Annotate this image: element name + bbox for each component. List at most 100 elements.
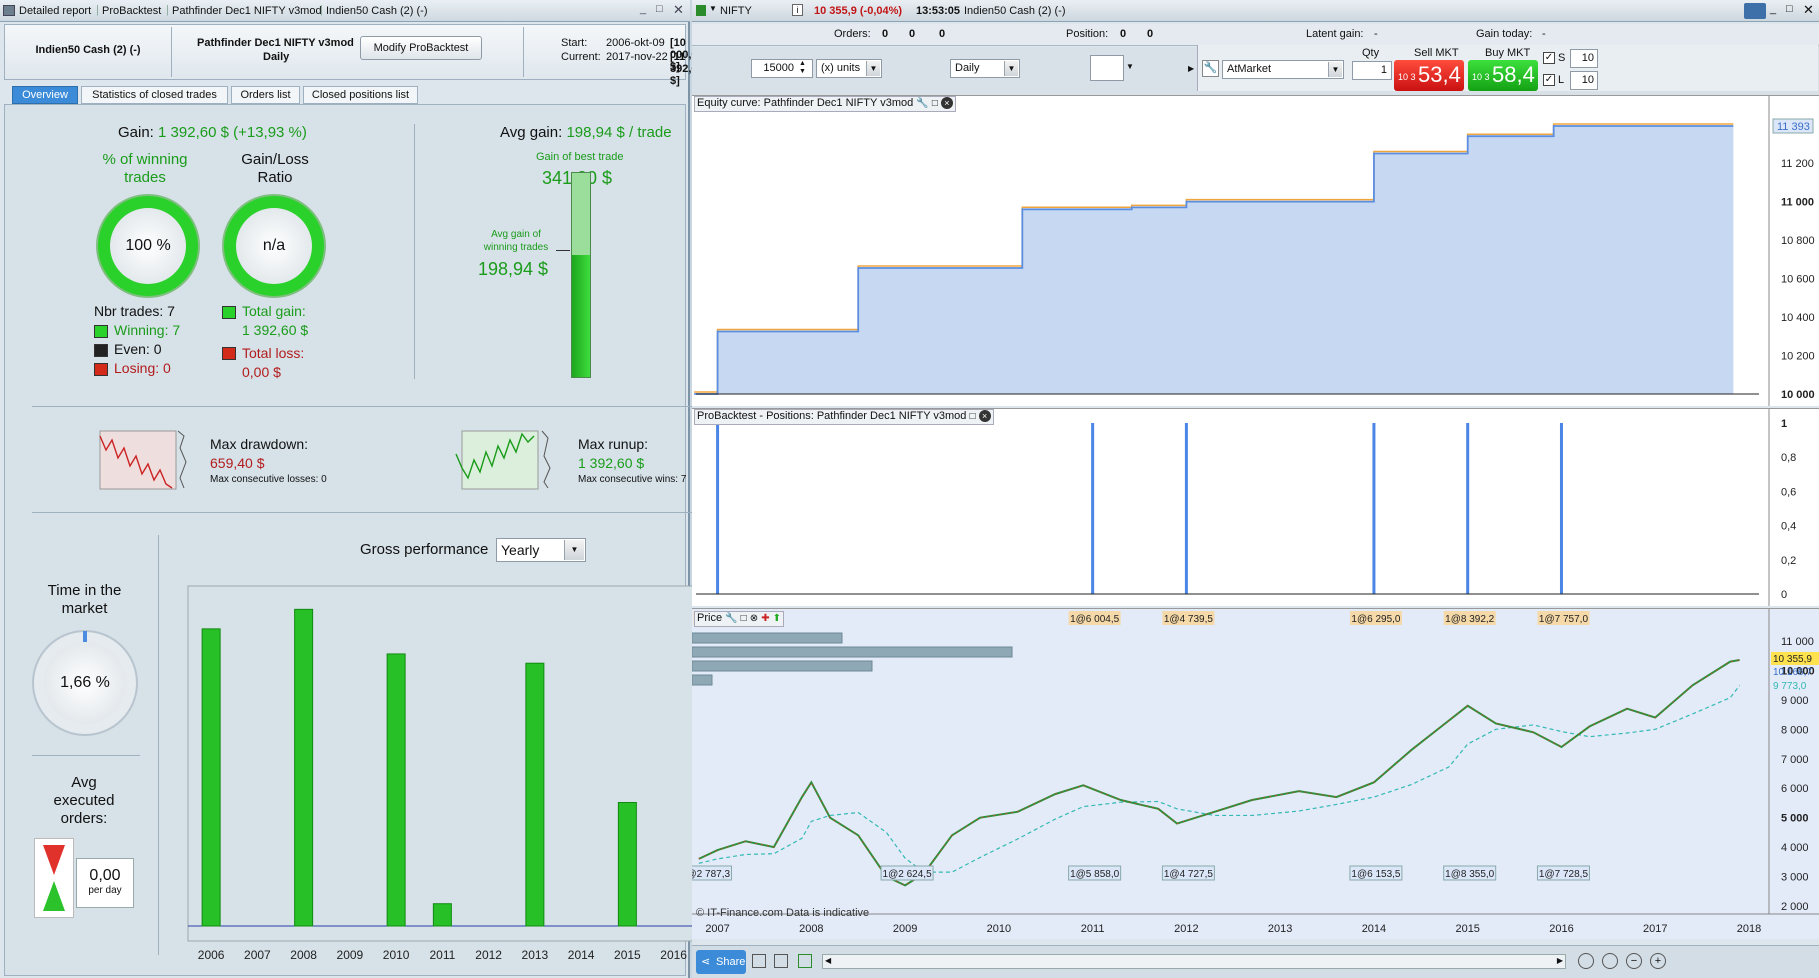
max-consec-losses: Max consecutive losses: 0: [210, 474, 327, 485]
price-close-icon[interactable]: ⊗: [750, 613, 758, 624]
subtab-overview[interactable]: Overview: [12, 86, 78, 104]
scroll-left-icon[interactable]: ◀: [825, 956, 831, 965]
stop-checkbox[interactable]: ✓: [1543, 52, 1555, 64]
tab-detailed-report[interactable]: Detailed report: [19, 5, 91, 17]
qty-label: Qty: [1362, 47, 1380, 59]
window-restore-icon[interactable]: □: [656, 3, 663, 15]
price-panel: 1@2 795,11@6 004,51@4 739,51@6 295,01@8 …: [679, 608, 1819, 939]
indicators-button[interactable]: [1090, 55, 1124, 81]
price-chart: 1@2 795,11@6 004,51@4 739,51@6 295,01@8 …: [679, 609, 1819, 939]
zoom-in-icon[interactable]: +: [1650, 953, 1666, 969]
instrument-dropdown-icon[interactable]: ▼: [709, 4, 717, 13]
start-label: Start:: [561, 37, 588, 49]
window-close-icon-right[interactable]: ✕: [1803, 2, 1814, 18]
equity-wrench-icon[interactable]: 🔧: [916, 98, 928, 109]
price-title: Price: [697, 612, 723, 624]
buy-order-label: 1@2 787,3: [692, 869, 730, 880]
orders-value-2: 0: [909, 28, 916, 40]
equity-close-icon[interactable]: ×: [940, 97, 953, 109]
subtab-statistics[interactable]: Statistics of closed trades: [81, 86, 228, 104]
window-restore-icon-right[interactable]: □: [1786, 3, 1793, 15]
modify-probacktest-button[interactable]: Modify ProBacktest: [360, 36, 482, 60]
orders-label: Orders:: [834, 28, 871, 40]
settings-icon[interactable]: [774, 954, 788, 968]
price-x-tick: 2018: [1737, 923, 1761, 935]
toolbar-menu-icon[interactable]: [1744, 3, 1766, 19]
window-minimize-icon[interactable]: _: [640, 3, 646, 15]
instrument-name: Indien50 Cash (2) (-): [35, 44, 141, 56]
gross-bar: [294, 608, 314, 927]
price-y-tick: 9 000: [1781, 695, 1809, 707]
chevron-down-icon[interactable]: ▼: [1004, 61, 1018, 76]
equity-y-tick: 10 600: [1781, 274, 1815, 286]
units-select[interactable]: (x) units ▼: [816, 59, 882, 78]
price-add-icon[interactable]: ✚: [761, 613, 769, 624]
footer-text: © IT-Finance.com Data is indicative: [696, 907, 870, 919]
best-trade-bar: [571, 172, 591, 378]
price-up-icon[interactable]: ⬆: [773, 613, 781, 624]
positions-close-icon[interactable]: ×: [978, 410, 991, 422]
volume-profile-bar: [691, 632, 843, 644]
avg-gain-label: Avg gain:: [500, 124, 563, 141]
buy-market-button[interactable]: 10 3 58,4: [1468, 60, 1538, 91]
expand-arrow-icon[interactable]: ▶: [1188, 64, 1194, 73]
share-button[interactable]: ⋖ Share: [696, 950, 746, 974]
equity-y-tick: 11 000: [1781, 197, 1814, 209]
tools-icon[interactable]: [752, 954, 766, 968]
units-stepper-icon[interactable]: ▲ ▼: [799, 60, 806, 76]
price-y-tick: 8 000: [1781, 724, 1809, 736]
share-icon: ⋖: [701, 956, 711, 968]
zoom-out-icon[interactable]: −: [1626, 953, 1642, 969]
order-type-select[interactable]: AtMarket ▼: [1222, 60, 1344, 79]
max-runup: 1 392,60 $: [578, 455, 645, 471]
max-drawdown-label: Max drawdown:: [210, 436, 309, 452]
positions-maximize-icon[interactable]: □: [969, 411, 975, 422]
subtab-closed-positions[interactable]: Closed positions list: [303, 86, 418, 104]
info-icon[interactable]: i: [792, 4, 803, 16]
zoom-region-icon[interactable]: [1602, 953, 1618, 969]
grid-icon[interactable]: [798, 954, 812, 968]
indicators-chevron-icon[interactable]: ▼: [1126, 62, 1134, 71]
tab-strategy[interactable]: Pathfinder Dec1 NIFTY v3mod: [172, 5, 322, 17]
window-minimize-icon-right[interactable]: _: [1770, 3, 1776, 15]
window-close-icon[interactable]: ✕: [673, 2, 684, 18]
sell-market-button[interactable]: 10 3 53,4: [1394, 60, 1464, 91]
losing-swatch: [94, 363, 108, 376]
symbol-name[interactable]: NIFTY: [720, 5, 752, 17]
equity-maximize-icon[interactable]: □: [932, 98, 938, 109]
chevron-down-icon[interactable]: ▼: [564, 540, 584, 560]
volume-profile-bar: [691, 660, 873, 672]
position-bar: [1466, 423, 1470, 594]
chart-icon: [696, 5, 706, 16]
period-select[interactable]: Daily ▼: [950, 59, 1020, 78]
subtab-orders-list[interactable]: Orders list: [231, 86, 300, 104]
time-in-market-value: 1,66 %: [44, 642, 126, 724]
stop-input[interactable]: 10: [1570, 49, 1598, 68]
tab-probacktest[interactable]: ProBacktest: [102, 5, 161, 17]
horizontal-scrollbar[interactable]: ◀ ▶: [822, 954, 1566, 969]
price-title-bar: Price 🔧 □ ⊗ ✚ ⬆: [694, 611, 785, 627]
scroll-right-icon[interactable]: ▶: [1557, 956, 1563, 965]
limit-checkbox[interactable]: ✓: [1543, 74, 1555, 86]
price-x-tick: 2007: [705, 923, 729, 935]
qty-input[interactable]: 1: [1352, 61, 1392, 80]
limit-input[interactable]: 10: [1570, 71, 1598, 90]
price-y-tick: 7 000: [1781, 754, 1809, 766]
equity-panel: 10 000 10 200 10 400 10 600 10 800 11 000 11 2…: [692, 95, 1819, 406]
wrench-icon[interactable]: 🔧: [1202, 60, 1219, 77]
gain-value: 1 392,60 $ (+13,93 %): [158, 124, 307, 141]
gross-period-select[interactable]: Yearly ▼: [496, 538, 586, 562]
x-tick-label: 2015: [614, 948, 641, 962]
chevron-down-icon[interactable]: ▼: [866, 61, 880, 76]
positions-y-tick: 0,6: [1781, 486, 1796, 498]
x-tick-label: 2008: [290, 948, 317, 962]
time-in-market-label: Time in the market: [47, 582, 122, 617]
gross-bar: [201, 628, 221, 927]
price-maximize-icon[interactable]: □: [741, 613, 747, 624]
price-wrench-icon[interactable]: 🔧: [725, 613, 737, 624]
zoom-fit-icon[interactable]: [1578, 953, 1594, 969]
tab-instrument[interactable]: Indien50 Cash (2) (-): [326, 5, 428, 17]
buy-order-label: 1@5 858,0: [1070, 869, 1120, 880]
chevron-down-icon[interactable]: ▼: [1328, 62, 1342, 77]
buy-arrow-icon: [43, 881, 65, 911]
